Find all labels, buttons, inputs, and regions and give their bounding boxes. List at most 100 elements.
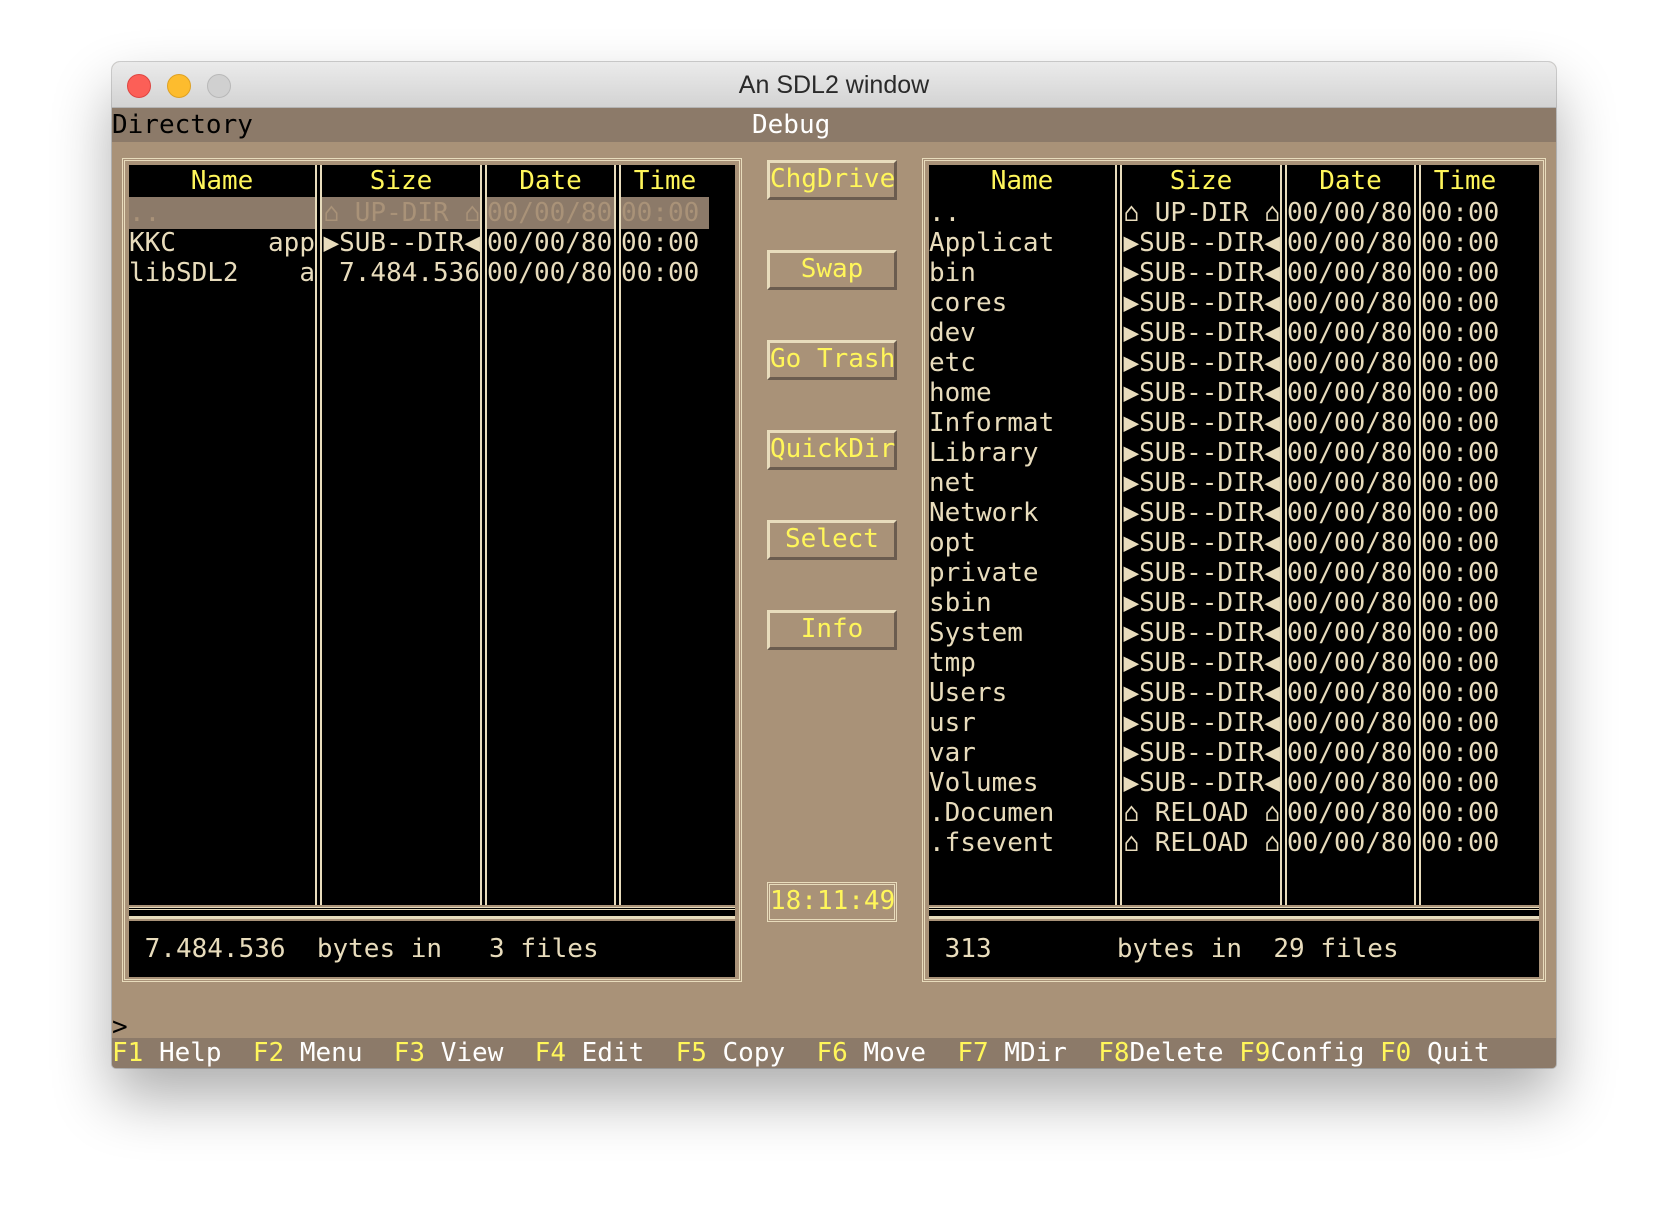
function-key-f6[interactable]: F6: [816, 1038, 847, 1068]
file-time[interactable]: 00:00: [1421, 497, 1509, 529]
function-key-f8[interactable]: F8: [1098, 1038, 1129, 1068]
file-date[interactable]: 00/00/80: [1287, 197, 1414, 229]
file-date[interactable]: 00/00/80: [1287, 767, 1414, 799]
file-name[interactable]: dev: [929, 317, 1115, 349]
file-name[interactable]: Network: [929, 497, 1115, 529]
function-key-label[interactable]: Copy: [707, 1038, 817, 1068]
file-size[interactable]: ▶SUB--DIR◀: [1122, 257, 1280, 289]
file-name[interactable]: tmp: [929, 647, 1115, 679]
file-size[interactable]: ⌂ UP-DIR ⌂: [1122, 197, 1280, 229]
file-name[interactable]: private: [929, 557, 1115, 589]
function-key-label[interactable]: Delete: [1130, 1038, 1240, 1068]
file-date[interactable]: 00/00/80: [1287, 527, 1414, 559]
file-time[interactable]: 00:00: [1421, 557, 1509, 589]
file-name[interactable]: Library: [929, 437, 1115, 469]
file-size[interactable]: ▶SUB--DIR◀: [1122, 737, 1280, 769]
file-date[interactable]: 00/00/80: [1287, 707, 1414, 739]
file-size[interactable]: ▶SUB--DIR◀: [1122, 317, 1280, 349]
file-date[interactable]: 00/00/80: [1287, 227, 1414, 259]
file-time[interactable]: 00:00: [1421, 827, 1509, 859]
file-date[interactable]: 00/00/80: [1287, 797, 1414, 829]
file-size[interactable]: ▶SUB--DIR◀: [1122, 647, 1280, 679]
file-size[interactable]: ▶SUB--DIR◀: [1122, 557, 1280, 589]
function-key-f0[interactable]: F0: [1380, 1038, 1411, 1068]
function-key-f9[interactable]: F9: [1239, 1038, 1270, 1068]
file-time[interactable]: 00:00: [1421, 197, 1509, 229]
file-size[interactable]: ⌂ RELOAD ⌂: [1122, 797, 1280, 829]
function-key-f1[interactable]: F1: [112, 1038, 143, 1068]
file-name[interactable]: .Documen: [929, 797, 1115, 829]
quickdir-button[interactable]: QuickDir: [767, 430, 897, 470]
file-date[interactable]: 00/00/80: [1287, 557, 1414, 589]
file-name[interactable]: System: [929, 617, 1115, 649]
chgdrive-button[interactable]: ChgDrive: [767, 160, 897, 200]
file-time[interactable]: 00:00: [1421, 437, 1509, 469]
file-size[interactable]: ▶SUB--DIR◀: [1122, 347, 1280, 379]
file-size[interactable]: ▶SUB--DIR◀: [1122, 707, 1280, 739]
file-size[interactable]: ▶SUB--DIR◀: [322, 227, 480, 259]
function-key-label[interactable]: Menu: [284, 1038, 394, 1068]
file-name[interactable]: usr: [929, 707, 1115, 739]
file-name[interactable]: KKC: [129, 227, 259, 259]
function-key-f2[interactable]: F2: [253, 1038, 284, 1068]
file-date[interactable]: 00/00/80: [487, 197, 614, 229]
file-size[interactable]: ▶SUB--DIR◀: [1122, 497, 1280, 529]
file-name[interactable]: Applicat: [929, 227, 1115, 259]
file-time[interactable]: 00:00: [621, 257, 709, 289]
file-name[interactable]: cores: [929, 287, 1115, 319]
file-time[interactable]: 00:00: [1421, 257, 1509, 289]
file-size[interactable]: ▶SUB--DIR◀: [1122, 767, 1280, 799]
file-name[interactable]: etc: [929, 347, 1115, 379]
function-key-f7[interactable]: F7: [957, 1038, 988, 1068]
file-time[interactable]: 00:00: [1421, 767, 1509, 799]
file-time[interactable]: 00:00: [1421, 347, 1509, 379]
file-size[interactable]: ▶SUB--DIR◀: [1122, 617, 1280, 649]
file-time[interactable]: 00:00: [1421, 677, 1509, 709]
file-size[interactable]: 7.484.536: [322, 257, 480, 289]
function-key-label[interactable]: Quit: [1411, 1038, 1490, 1068]
right-col-date-header[interactable]: Date: [1287, 165, 1414, 197]
file-size[interactable]: ▶SUB--DIR◀: [1122, 407, 1280, 439]
file-date[interactable]: 00/00/80: [1287, 827, 1414, 859]
file-size[interactable]: ▶SUB--DIR◀: [1122, 227, 1280, 259]
file-name[interactable]: bin: [929, 257, 1115, 289]
go-trash-button[interactable]: Go Trash: [767, 340, 897, 380]
file-date[interactable]: 00/00/80: [1287, 497, 1414, 529]
select-button[interactable]: Select: [767, 520, 897, 560]
file-name[interactable]: Informat: [929, 407, 1115, 439]
file-time[interactable]: 00:00: [1421, 647, 1509, 679]
left-col-size-header[interactable]: Size: [322, 165, 480, 197]
function-key-f3[interactable]: F3: [394, 1038, 425, 1068]
file-name[interactable]: Users: [929, 677, 1115, 709]
file-time[interactable]: 00:00: [1421, 227, 1509, 259]
file-name[interactable]: Volumes: [929, 767, 1115, 799]
file-time[interactable]: 00:00: [1421, 317, 1509, 349]
right-col-name-header[interactable]: Name: [929, 165, 1115, 197]
file-size[interactable]: ⌂ RELOAD ⌂: [1122, 827, 1280, 859]
file-date[interactable]: 00/00/80: [487, 257, 614, 289]
left-col-time-header[interactable]: Time: [621, 165, 709, 197]
file-extension[interactable]: [259, 197, 315, 229]
left-col-name-header[interactable]: Name: [129, 165, 315, 197]
file-name[interactable]: home: [929, 377, 1115, 409]
info-button[interactable]: Info: [767, 610, 897, 650]
file-date[interactable]: 00/00/80: [487, 227, 614, 259]
file-date[interactable]: 00/00/80: [1287, 317, 1414, 349]
file-date[interactable]: 00/00/80: [1287, 407, 1414, 439]
right-col-time-header[interactable]: Time: [1421, 165, 1509, 197]
file-date[interactable]: 00/00/80: [1287, 647, 1414, 679]
right-file-list[interactable]: Name Size Date Time .. ⌂ UP-DIR ⌂ 00/00/80…: [929, 165, 1539, 905]
file-name[interactable]: net: [929, 467, 1115, 499]
file-size[interactable]: ▶SUB--DIR◀: [1122, 287, 1280, 319]
file-date[interactable]: 00/00/80: [1287, 587, 1414, 619]
file-size[interactable]: ▶SUB--DIR◀: [1122, 467, 1280, 499]
file-date[interactable]: 00/00/80: [1287, 437, 1414, 469]
file-name[interactable]: var: [929, 737, 1115, 769]
file-size[interactable]: ▶SUB--DIR◀: [1122, 677, 1280, 709]
file-date[interactable]: 00/00/80: [1287, 677, 1414, 709]
file-time[interactable]: 00:00: [621, 227, 709, 259]
function-key-f4[interactable]: F4: [535, 1038, 566, 1068]
menu-directory[interactable]: Directory: [112, 108, 253, 142]
file-date[interactable]: 00/00/80: [1287, 737, 1414, 769]
file-size[interactable]: ⌂ UP-DIR ⌂: [322, 197, 480, 229]
